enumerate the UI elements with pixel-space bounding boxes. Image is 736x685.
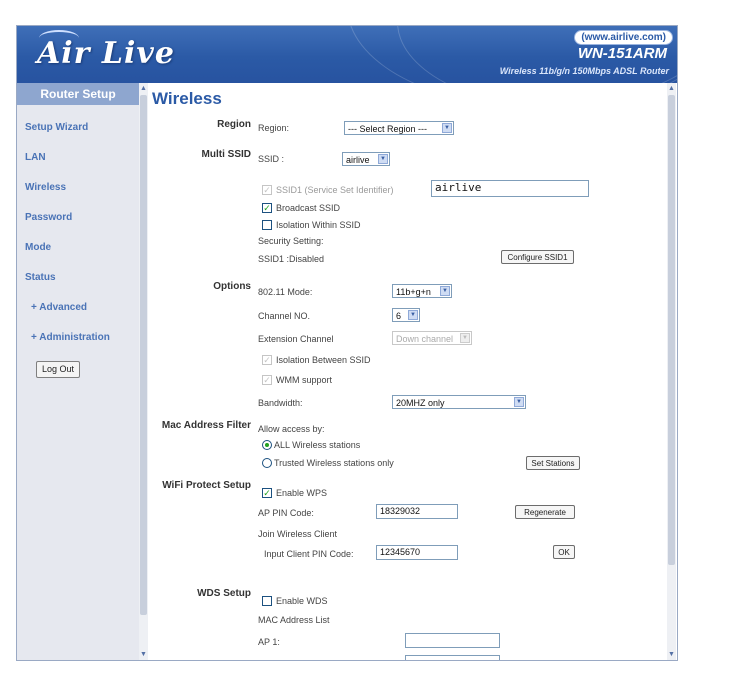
enable-wds-label: Enable WDS	[276, 596, 328, 606]
sidebar-scroll-thumb[interactable]	[140, 95, 147, 615]
security-setting-value: SSID1 :Disabled	[258, 254, 325, 264]
sidebar-item-setup-wizard[interactable]: Setup Wizard	[17, 113, 139, 143]
join-client-label: Join Wireless Client	[258, 529, 338, 539]
page-title: Wireless	[152, 89, 222, 108]
trusted-stations-radio[interactable]	[262, 458, 272, 468]
model-name: WN-151ARM	[577, 45, 667, 62]
scroll-up-icon[interactable]: ▲	[139, 83, 148, 94]
wmm-support-checkbox[interactable]: ✓	[262, 375, 272, 385]
sidebar-item-advanced[interactable]: + Advanced	[17, 293, 139, 323]
ssid-select[interactable]: airlive ▼	[342, 152, 390, 166]
region-label: Region:	[258, 123, 290, 133]
all-stations-label: ALL Wireless stations	[274, 440, 361, 450]
trusted-stations-label: Trusted Wireless stations only	[274, 458, 394, 468]
wmm-support-label: WMM support	[276, 375, 333, 385]
scroll-down-icon[interactable]: ▼	[667, 649, 676, 660]
multi-ssid-section-label: Multi SSID	[201, 149, 251, 160]
set-stations-button[interactable]: Set Stations	[526, 456, 580, 470]
isolation-between-ssid-checkbox[interactable]: ✓	[262, 355, 272, 365]
security-setting-label: Security Setting:	[258, 236, 324, 246]
regenerate-button[interactable]: Regenerate	[515, 505, 575, 519]
broadcast-ssid-checkbox[interactable]: ✓	[262, 203, 272, 213]
ssid1-checkbox[interactable]: ✓	[262, 185, 272, 195]
extension-channel-label: Extension Channel	[258, 334, 334, 344]
client-pin-input[interactable]: 12345670	[376, 545, 458, 560]
sidebar-item-wireless[interactable]: Wireless	[17, 173, 139, 203]
sidebar-item-status[interactable]: Status	[17, 263, 139, 293]
sidebar-scrollbar[interactable]: ▲ ▼	[139, 83, 148, 660]
region-select-value: --- Select Region ---	[348, 124, 428, 134]
ssid-label: SSID :	[258, 154, 285, 164]
all-stations-radio[interactable]	[262, 440, 272, 450]
ok-button[interactable]: OK	[553, 545, 575, 559]
isolation-within-ssid-checkbox[interactable]	[262, 220, 272, 230]
enable-wps-checkbox[interactable]: ✓	[262, 488, 272, 498]
bandwidth-select[interactable]: 20MHZ only ▼	[392, 395, 526, 409]
client-pin-label: Input Client PIN Code:	[264, 549, 354, 559]
broadcast-ssid-label: Broadcast SSID	[276, 203, 341, 213]
mode-label: 802.11 Mode:	[258, 287, 313, 297]
model-tagline: Wireless 11b/g/n 150Mbps ADSL Router	[499, 66, 669, 76]
sidebar-item-administration[interactable]: + Administration	[17, 323, 139, 353]
scroll-up-icon[interactable]: ▲	[667, 83, 676, 94]
chevron-down-icon: ▼	[408, 310, 418, 320]
ssid1-label: SSID1 (Service Set Identifier)	[276, 185, 394, 195]
ap2-mac-input[interactable]	[405, 655, 500, 660]
scroll-down-icon[interactable]: ▼	[139, 649, 148, 660]
chevron-down-icon: ▼	[440, 286, 450, 296]
brand-url-link[interactable]: (www.airlive.com)	[574, 30, 673, 45]
allow-access-label: Allow access by:	[258, 424, 325, 434]
region-section-label: Region	[217, 119, 251, 130]
region-select[interactable]: --- Select Region --- ▼	[344, 121, 454, 135]
chevron-down-icon: ▼	[442, 123, 452, 133]
ap-pin-label: AP PIN Code:	[258, 508, 314, 518]
sidebar-item-mode[interactable]: Mode	[17, 233, 139, 263]
isolation-within-ssid-label: Isolation Within SSID	[276, 220, 361, 230]
sidebar: Router Setup Setup Wizard LAN Wireless P…	[17, 83, 140, 660]
main-scroll-thumb[interactable]	[668, 95, 675, 565]
header-banner: Air Live (www.airlive.com) WN-151ARM Wir…	[17, 26, 677, 83]
bandwidth-select-value: 20MHZ only	[396, 398, 445, 408]
main-scrollbar[interactable]: ▲ ▼	[667, 83, 676, 660]
channel-select-value: 6	[396, 311, 402, 321]
chevron-down-icon: ▼	[514, 397, 524, 407]
extension-channel-value: Down channel	[396, 334, 454, 344]
configure-ssid1-button[interactable]: Configure SSID1	[501, 250, 574, 264]
chevron-down-icon: ▼	[460, 333, 470, 343]
wps-section-label: WiFi Protect Setup	[162, 480, 251, 491]
mac-filter-section-label: Mac Address Filter	[161, 420, 251, 431]
main-content: Wireless Region Region: --- Select Regio…	[148, 83, 668, 660]
ap1-label: AP 1:	[258, 637, 280, 647]
mode-select-value: 11b+g+n	[396, 287, 431, 297]
mode-select[interactable]: 11b+g+n ▼	[392, 284, 452, 298]
ap-pin-input[interactable]: 18329032	[376, 504, 458, 519]
enable-wds-checkbox[interactable]	[262, 596, 272, 606]
wds-section-label: WDS Setup	[197, 588, 251, 599]
sidebar-title: Router Setup	[17, 83, 139, 105]
chevron-down-icon: ▼	[378, 154, 388, 164]
ssid-select-value: airlive	[346, 155, 370, 165]
brand-logo: Air Live	[37, 36, 175, 71]
sidebar-item-lan[interactable]: LAN	[17, 143, 139, 173]
logout-button[interactable]: Log Out	[36, 361, 80, 378]
extension-channel-select[interactable]: Down channel ▼	[392, 331, 472, 345]
mac-address-list-label: MAC Address List	[258, 615, 330, 625]
channel-label: Channel NO.	[258, 311, 311, 321]
bandwidth-label: Bandwidth:	[258, 398, 303, 408]
ssid1-input[interactable]: airlive	[431, 180, 589, 197]
ap1-mac-input[interactable]	[405, 633, 500, 648]
router-admin-window: Air Live (www.airlive.com) WN-151ARM Wir…	[16, 25, 678, 661]
channel-select[interactable]: 6 ▼	[392, 308, 420, 322]
isolation-between-ssid-label: Isolation Between SSID	[276, 355, 371, 365]
options-section-label: Options	[213, 281, 251, 292]
enable-wps-label: Enable WPS	[276, 488, 328, 498]
sidebar-item-password[interactable]: Password	[17, 203, 139, 233]
